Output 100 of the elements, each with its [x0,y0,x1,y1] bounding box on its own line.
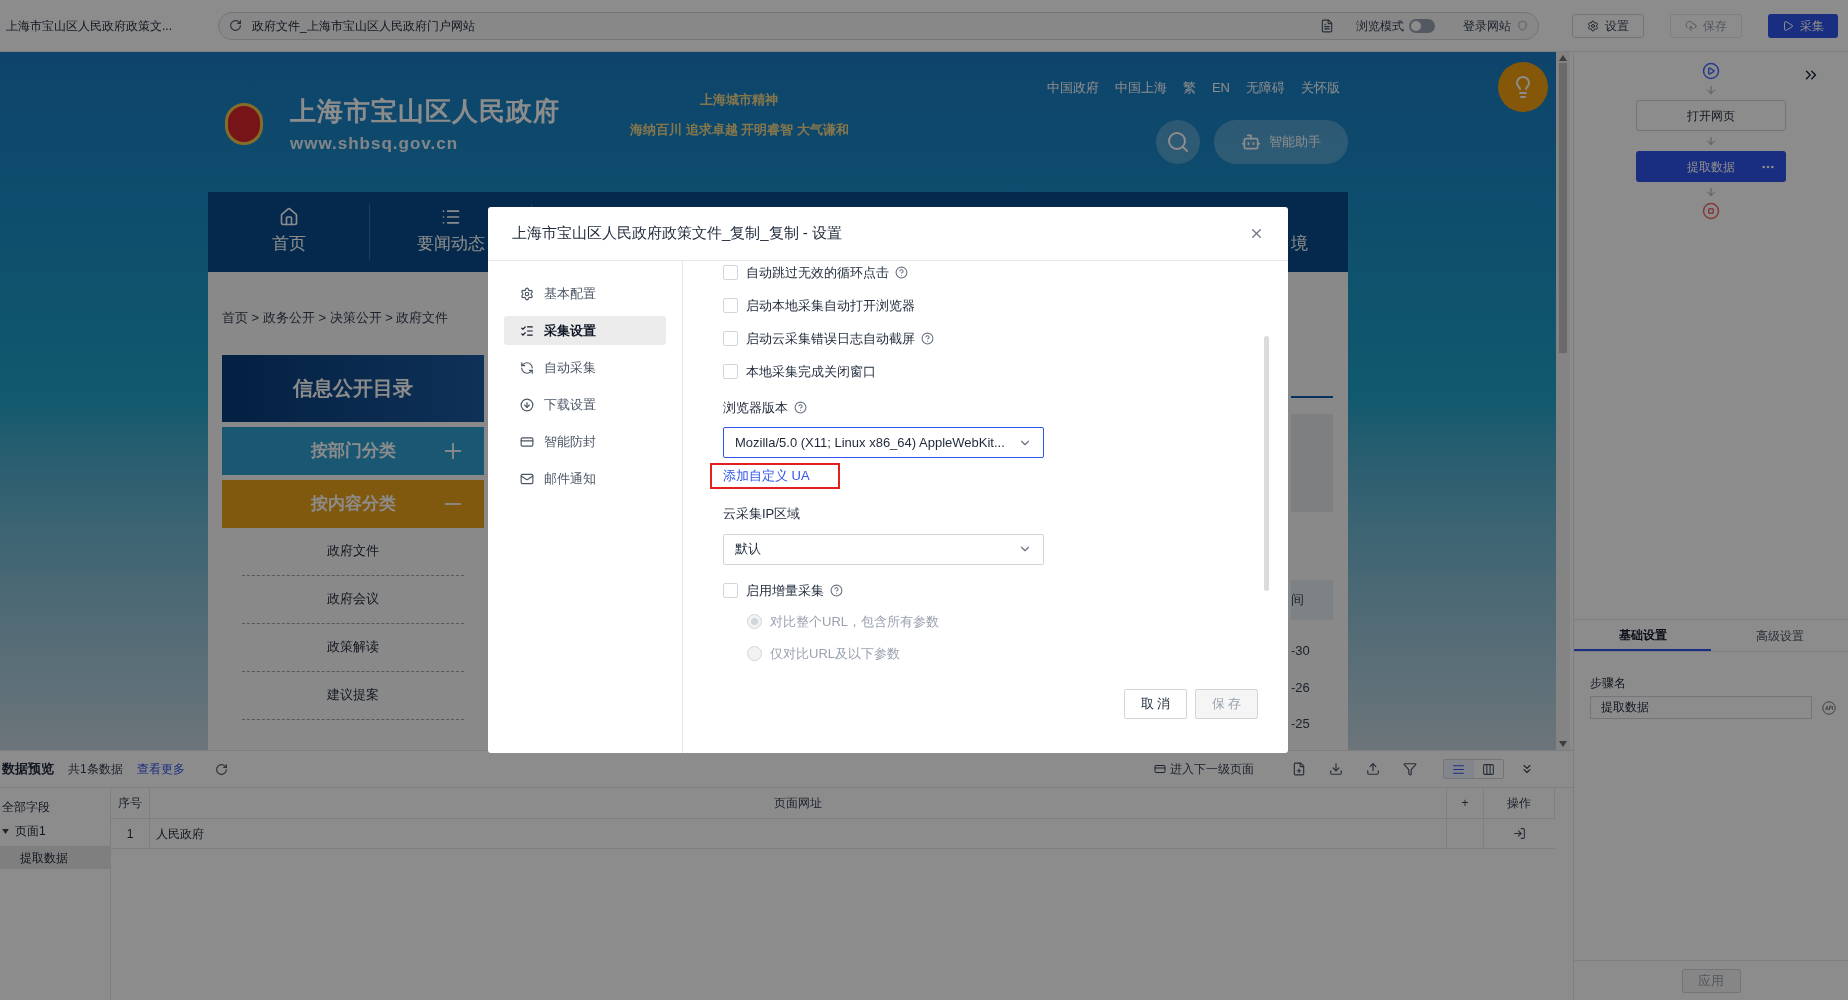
category-item[interactable]: 政府会议 [242,575,464,624]
run-button[interactable]: 采集 [1768,13,1838,38]
checkbox[interactable] [723,265,738,281]
caret-icon[interactable] [2,828,9,834]
browse-mode-toggle[interactable] [1409,18,1435,33]
category-item[interactable]: 建议提案 [242,671,464,720]
tree-leaf[interactable]: 提取数据 [0,846,110,869]
search-icon [1166,129,1190,154]
nav-item[interactable]: 首页 [208,204,370,260]
option-label[interactable]: 自动跳过无效的循环点击 [746,263,889,283]
workflow-step[interactable]: 提取数据 [1636,151,1786,182]
step-name-label: 步骤名 [1590,675,1627,692]
settings-icon [520,286,534,301]
tree-root[interactable]: 全部字段 [0,798,110,816]
card-icon [1154,763,1166,775]
catalog-header: 信息公开目录 [222,354,484,422]
collapse-icon[interactable] [1520,762,1534,776]
date-text: -25 [1291,715,1311,733]
select-field[interactable]: 默认 [723,533,1044,565]
list-view-icon[interactable] [1444,760,1474,778]
login-site-link[interactable]: 登录网站 [1463,16,1511,35]
top-link[interactable]: 中国上海 [1114,78,1167,98]
view-more-link[interactable]: 查看更多 [136,760,185,778]
mail-icon [520,471,534,486]
workflow-step[interactable]: 打开网页 [1636,100,1786,131]
settings-tab[interactable]: 基础设置 [1574,620,1711,651]
top-link[interactable]: 中国政府 [1046,78,1099,98]
column-header: 操作 [1484,788,1555,818]
emblem-icon [225,103,263,146]
slogan-text: 海纳百川 追求卓越 开明睿智 大气谦和 [630,120,849,139]
select-field[interactable]: Mozilla/5.0 (X11; Linux x86_64) AppleWebKit... [723,427,1044,458]
filter-icon[interactable] [1403,762,1417,776]
start-icon [1702,62,1720,80]
gear-icon [1587,19,1599,32]
list-icon [520,323,534,338]
site-title[interactable]: 上海市宝山区人民政府 [290,92,560,131]
plus-icon[interactable] [444,441,462,460]
nav-item[interactable]: 境 [1291,192,1348,272]
address-bar[interactable]: 政府文件_上海市宝山区人民政府门户网站 浏览模式 登录网站 [218,11,1539,40]
field-label: 云采集IP区域 [723,505,802,523]
lightbulb-button[interactable] [1498,62,1548,112]
add-custom-ua-link[interactable]: 添加自定义 UA [710,463,840,489]
settings-tab[interactable]: 高级设置 [1711,620,1848,651]
scrollbar-thumb[interactable] [1559,63,1567,353]
document-icon[interactable] [1320,18,1334,33]
api-icon[interactable] [1822,700,1836,715]
scroll-up-icon[interactable] [1559,55,1567,61]
download-icon [520,397,534,412]
refresh-icon[interactable] [214,762,228,776]
dialog-scrollbar[interactable] [1264,336,1269,591]
help-icon[interactable] [921,332,934,346]
card-icon [520,434,534,449]
enter-icon[interactable] [1513,827,1526,840]
top-link[interactable]: 繁 [1182,78,1196,98]
dialog-menu-item[interactable]: 自动采集 [504,353,666,382]
close-icon[interactable] [1249,226,1264,241]
category-item[interactable]: 政策解读 [242,623,464,672]
help-icon[interactable] [794,400,807,414]
help-icon[interactable] [895,266,908,280]
table-cell: 人民政府 [150,819,1447,848]
category-item[interactable]: 政府文件 [242,527,464,576]
checkbox[interactable] [723,331,738,347]
settings-button[interactable]: 设置 [1572,13,1644,38]
address-text: 政府文件_上海市宝山区人民政府门户网站 [252,17,475,35]
column-header: 页面网址 [150,788,1447,818]
more-icon[interactable] [1762,164,1774,169]
date-text: -26 [1291,678,1311,697]
record-count: 共1条数据 [68,761,123,778]
dialog-menu-item[interactable]: 基本配置 [504,279,666,308]
checkbox[interactable] [723,364,738,380]
upload-icon[interactable] [1366,762,1380,776]
scroll-down-icon[interactable] [1559,741,1567,747]
download-icon[interactable] [1329,762,1343,776]
help-icon[interactable] [830,583,843,597]
checkbox[interactable] [723,298,738,314]
next-level-button[interactable]: 进入下一级页面 [1154,760,1254,778]
tab-title[interactable]: 上海市宝山区人民政府政策文... [6,16,206,35]
page-scrollbar[interactable] [1556,52,1570,750]
column-header: 序号 [111,788,150,818]
top-link[interactable]: 关怀版 [1301,78,1340,98]
cancel-button[interactable]: 取 消 [1124,689,1187,719]
option-label[interactable]: 启动本地采集自动打开浏览器 [746,296,915,316]
view-toggle[interactable] [1443,759,1504,779]
browse-mode-label: 浏览模式 [1356,17,1404,35]
add-page-icon[interactable] [1292,762,1306,776]
dialog-menu-item[interactable]: 下载设置 [504,390,666,419]
top-link[interactable]: EN [1211,78,1230,98]
site-url: www.shbsq.gov.cn [290,133,460,155]
tree-node[interactable]: 页面1 [0,822,110,840]
top-link[interactable]: 无障碍 [1246,78,1285,98]
dialog-menu-item[interactable]: 智能防封 [504,427,666,456]
checkbox[interactable] [723,582,738,598]
dialog-menu-item[interactable]: 邮件通知 [504,464,666,493]
option-label[interactable]: 启用增量采集 [746,580,824,600]
step-name-field[interactable]: 提取数据 [1590,696,1812,719]
option-label[interactable]: 启动云采集错误日志自动截屏 [746,329,915,349]
cloud-upload-icon [1685,19,1697,32]
option-label[interactable]: 本地采集完成关闭窗口 [746,362,876,382]
refresh-icon[interactable] [229,19,242,32]
dialog-menu-item[interactable]: 采集设置 [504,316,666,345]
